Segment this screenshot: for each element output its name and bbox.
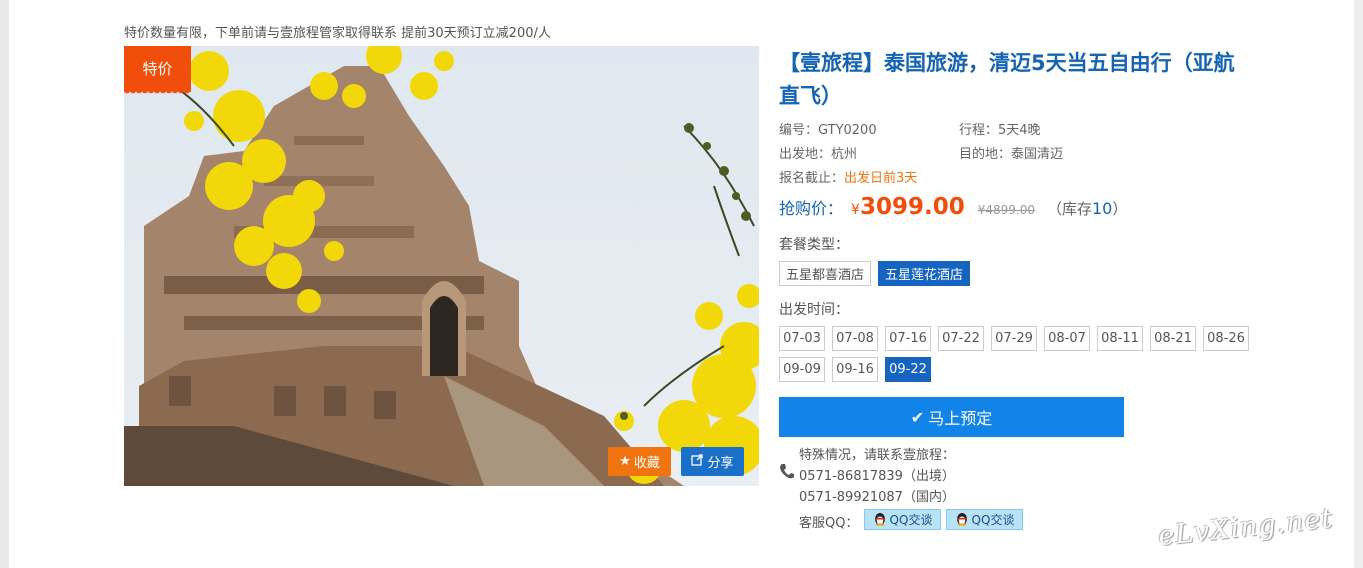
contact-intro: 特殊情况，请联系壹旅程： (799, 448, 956, 463)
promo-notice: 特价数量有限，下单前请与壹旅程管家取得联系 提前30天预订立减200/人 (124, 26, 551, 41)
price-currency: ¥ (851, 202, 860, 218)
stock-info: （库存10） (1046, 199, 1128, 218)
date-option[interactable]: 09-09 (779, 357, 825, 382)
qq-penguin-icon (873, 511, 887, 529)
date-option[interactable]: 07-03 (779, 326, 825, 351)
date-option-selected[interactable]: 09-22 (885, 357, 931, 382)
signup-deadline: 报名截止：出发日前3天 (779, 171, 918, 186)
qq-chat-label: QQ交谈 (971, 513, 1015, 527)
qq-penguin-icon (955, 511, 969, 529)
share-button[interactable]: 分享 (681, 447, 744, 476)
phone-domestic: 0571-89921087（国内） (799, 490, 955, 505)
date-option[interactable]: 07-08 (832, 326, 878, 351)
package-option-selected[interactable]: 五星莲花酒店 (878, 261, 970, 286)
temple-illustration (124, 46, 759, 486)
product-code: 编号：GTY0200 (779, 123, 877, 138)
book-now-label: 马上预定 (928, 409, 993, 428)
original-price: ¥4899.00 (977, 203, 1035, 217)
date-option[interactable]: 08-26 (1203, 326, 1249, 351)
phone-icon (779, 463, 795, 484)
price-label: 抢购价： (779, 199, 844, 218)
product-photo (124, 46, 759, 486)
date-option[interactable]: 08-11 (1097, 326, 1143, 351)
product-title: 【壹旅程】泰国旅游，清迈5天当五自由行（亚航直飞） (779, 51, 1235, 108)
share-icon (691, 453, 704, 470)
date-option[interactable]: 07-29 (991, 326, 1037, 351)
product-duration: 行程：5天4晚 (959, 123, 1041, 138)
check-icon: ✔ (910, 407, 925, 427)
current-price: 3099.00 (859, 194, 965, 220)
qq-chat-label: QQ交谈 (889, 513, 933, 527)
package-type-label: 套餐类型： (779, 237, 849, 253)
qq-label: 客服QQ： (799, 516, 859, 531)
qq-chat-button[interactable]: QQ交谈 (946, 509, 1023, 530)
date-option[interactable]: 07-22 (938, 326, 984, 351)
destination: 目的地：泰国清迈 (959, 147, 1064, 162)
phone-outbound: 0571-86817839（出境） (799, 469, 955, 484)
favorite-label: 收藏 (633, 456, 660, 471)
date-option[interactable]: 09-16 (832, 357, 878, 382)
qq-chat-button[interactable]: QQ交谈 (864, 509, 941, 530)
date-option[interactable]: 08-21 (1150, 326, 1196, 351)
book-now-button[interactable]: ✔ 马上预定 (779, 397, 1124, 437)
departure-date-label: 出发时间： (779, 302, 849, 318)
page-right-edge (1354, 0, 1363, 568)
departure-city: 出发地：杭州 (779, 147, 858, 162)
price-row: 抢购价： ¥ 3099.00 ¥4899.00 （库存10） (779, 194, 1127, 220)
special-offer-badge: 特价 (124, 46, 191, 94)
star-icon: ★ (619, 454, 631, 469)
date-option[interactable]: 07-16 (885, 326, 931, 351)
page-left-edge (0, 0, 9, 568)
share-label: 分享 (707, 456, 734, 471)
site-watermark: eLvXing.net (1156, 502, 1335, 553)
package-option[interactable]: 五星都喜酒店 (779, 261, 871, 286)
favorite-button[interactable]: ★ 收藏 (608, 447, 671, 476)
date-option[interactable]: 08-07 (1044, 326, 1090, 351)
